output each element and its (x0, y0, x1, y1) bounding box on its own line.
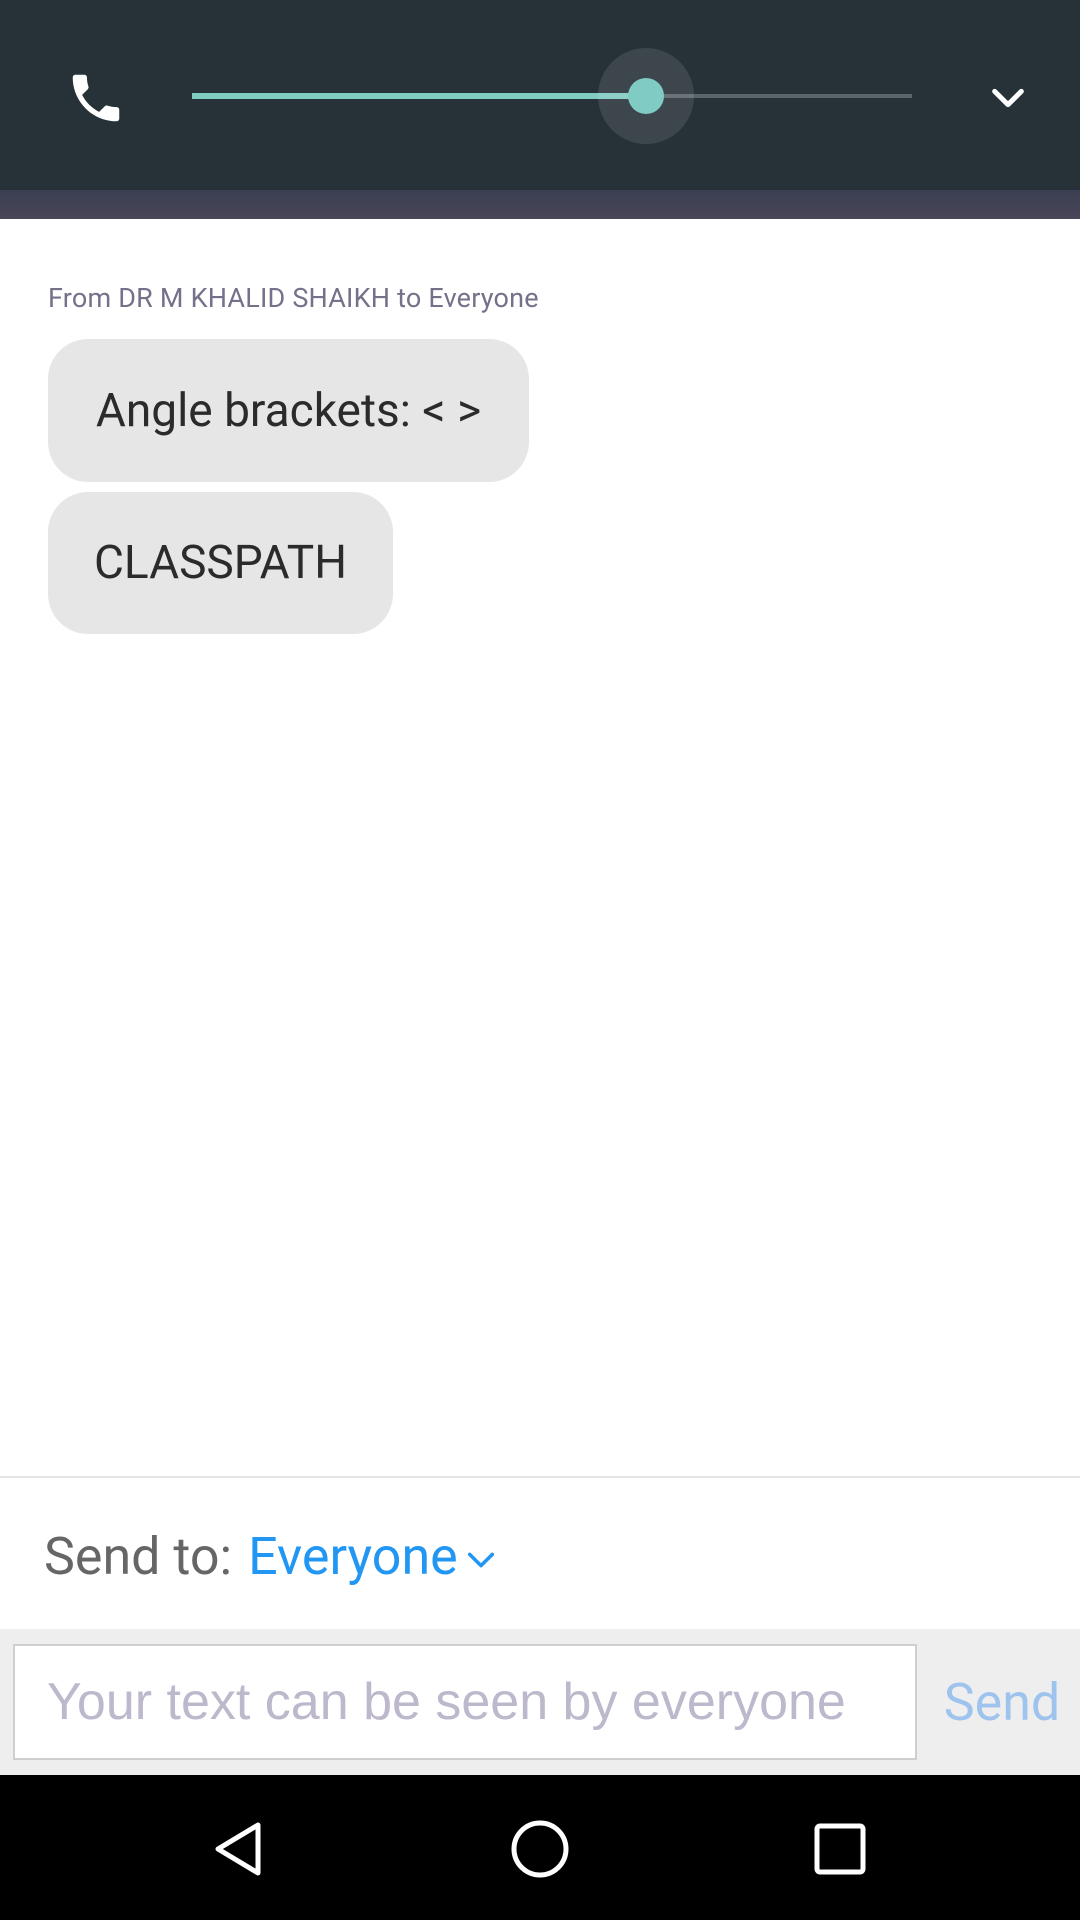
back-icon (215, 1822, 261, 1876)
back-button[interactable] (192, 1801, 288, 1897)
send-to-value: Everyone (248, 1525, 458, 1587)
send-button[interactable]: Send (930, 1644, 1074, 1760)
composer-bar: Send (0, 1629, 1080, 1775)
chevron-down-icon (467, 1552, 494, 1568)
chevron-down-icon (992, 88, 1024, 108)
phone-button[interactable] (60, 62, 132, 134)
chat-message-bubble[interactable]: CLASSPATH (48, 492, 393, 634)
slider-fill (192, 93, 646, 99)
recents-icon (814, 1823, 866, 1875)
phone-icon (72, 74, 120, 122)
recents-button[interactable] (792, 1801, 888, 1897)
slider-thumb[interactable] (628, 78, 664, 114)
collapse-button[interactable] (976, 66, 1040, 130)
system-navigation-bar (0, 1775, 1080, 1920)
call-toolbar (0, 0, 1080, 190)
chat-message-bubble[interactable]: Angle brackets: < > (48, 339, 529, 482)
send-to-dropdown[interactable]: Everyone (248, 1526, 498, 1587)
send-to-label: Send to: (44, 1525, 233, 1587)
chat-message-text: Angle brackets: < > (95, 383, 482, 438)
divider (0, 1476, 1080, 1478)
chat-message-text: CLASSPATH (93, 536, 348, 590)
audio-volume-slider[interactable] (192, 48, 912, 144)
send-to-row: Send to: Everyone (44, 1520, 498, 1592)
message-input[interactable] (13, 1644, 917, 1760)
home-button[interactable] (492, 1801, 588, 1897)
toolbar-shadow (0, 190, 1080, 219)
message-sender-line: From DR M KHALID SHAIKH to Everyone (48, 282, 539, 314)
home-icon (511, 1820, 569, 1878)
